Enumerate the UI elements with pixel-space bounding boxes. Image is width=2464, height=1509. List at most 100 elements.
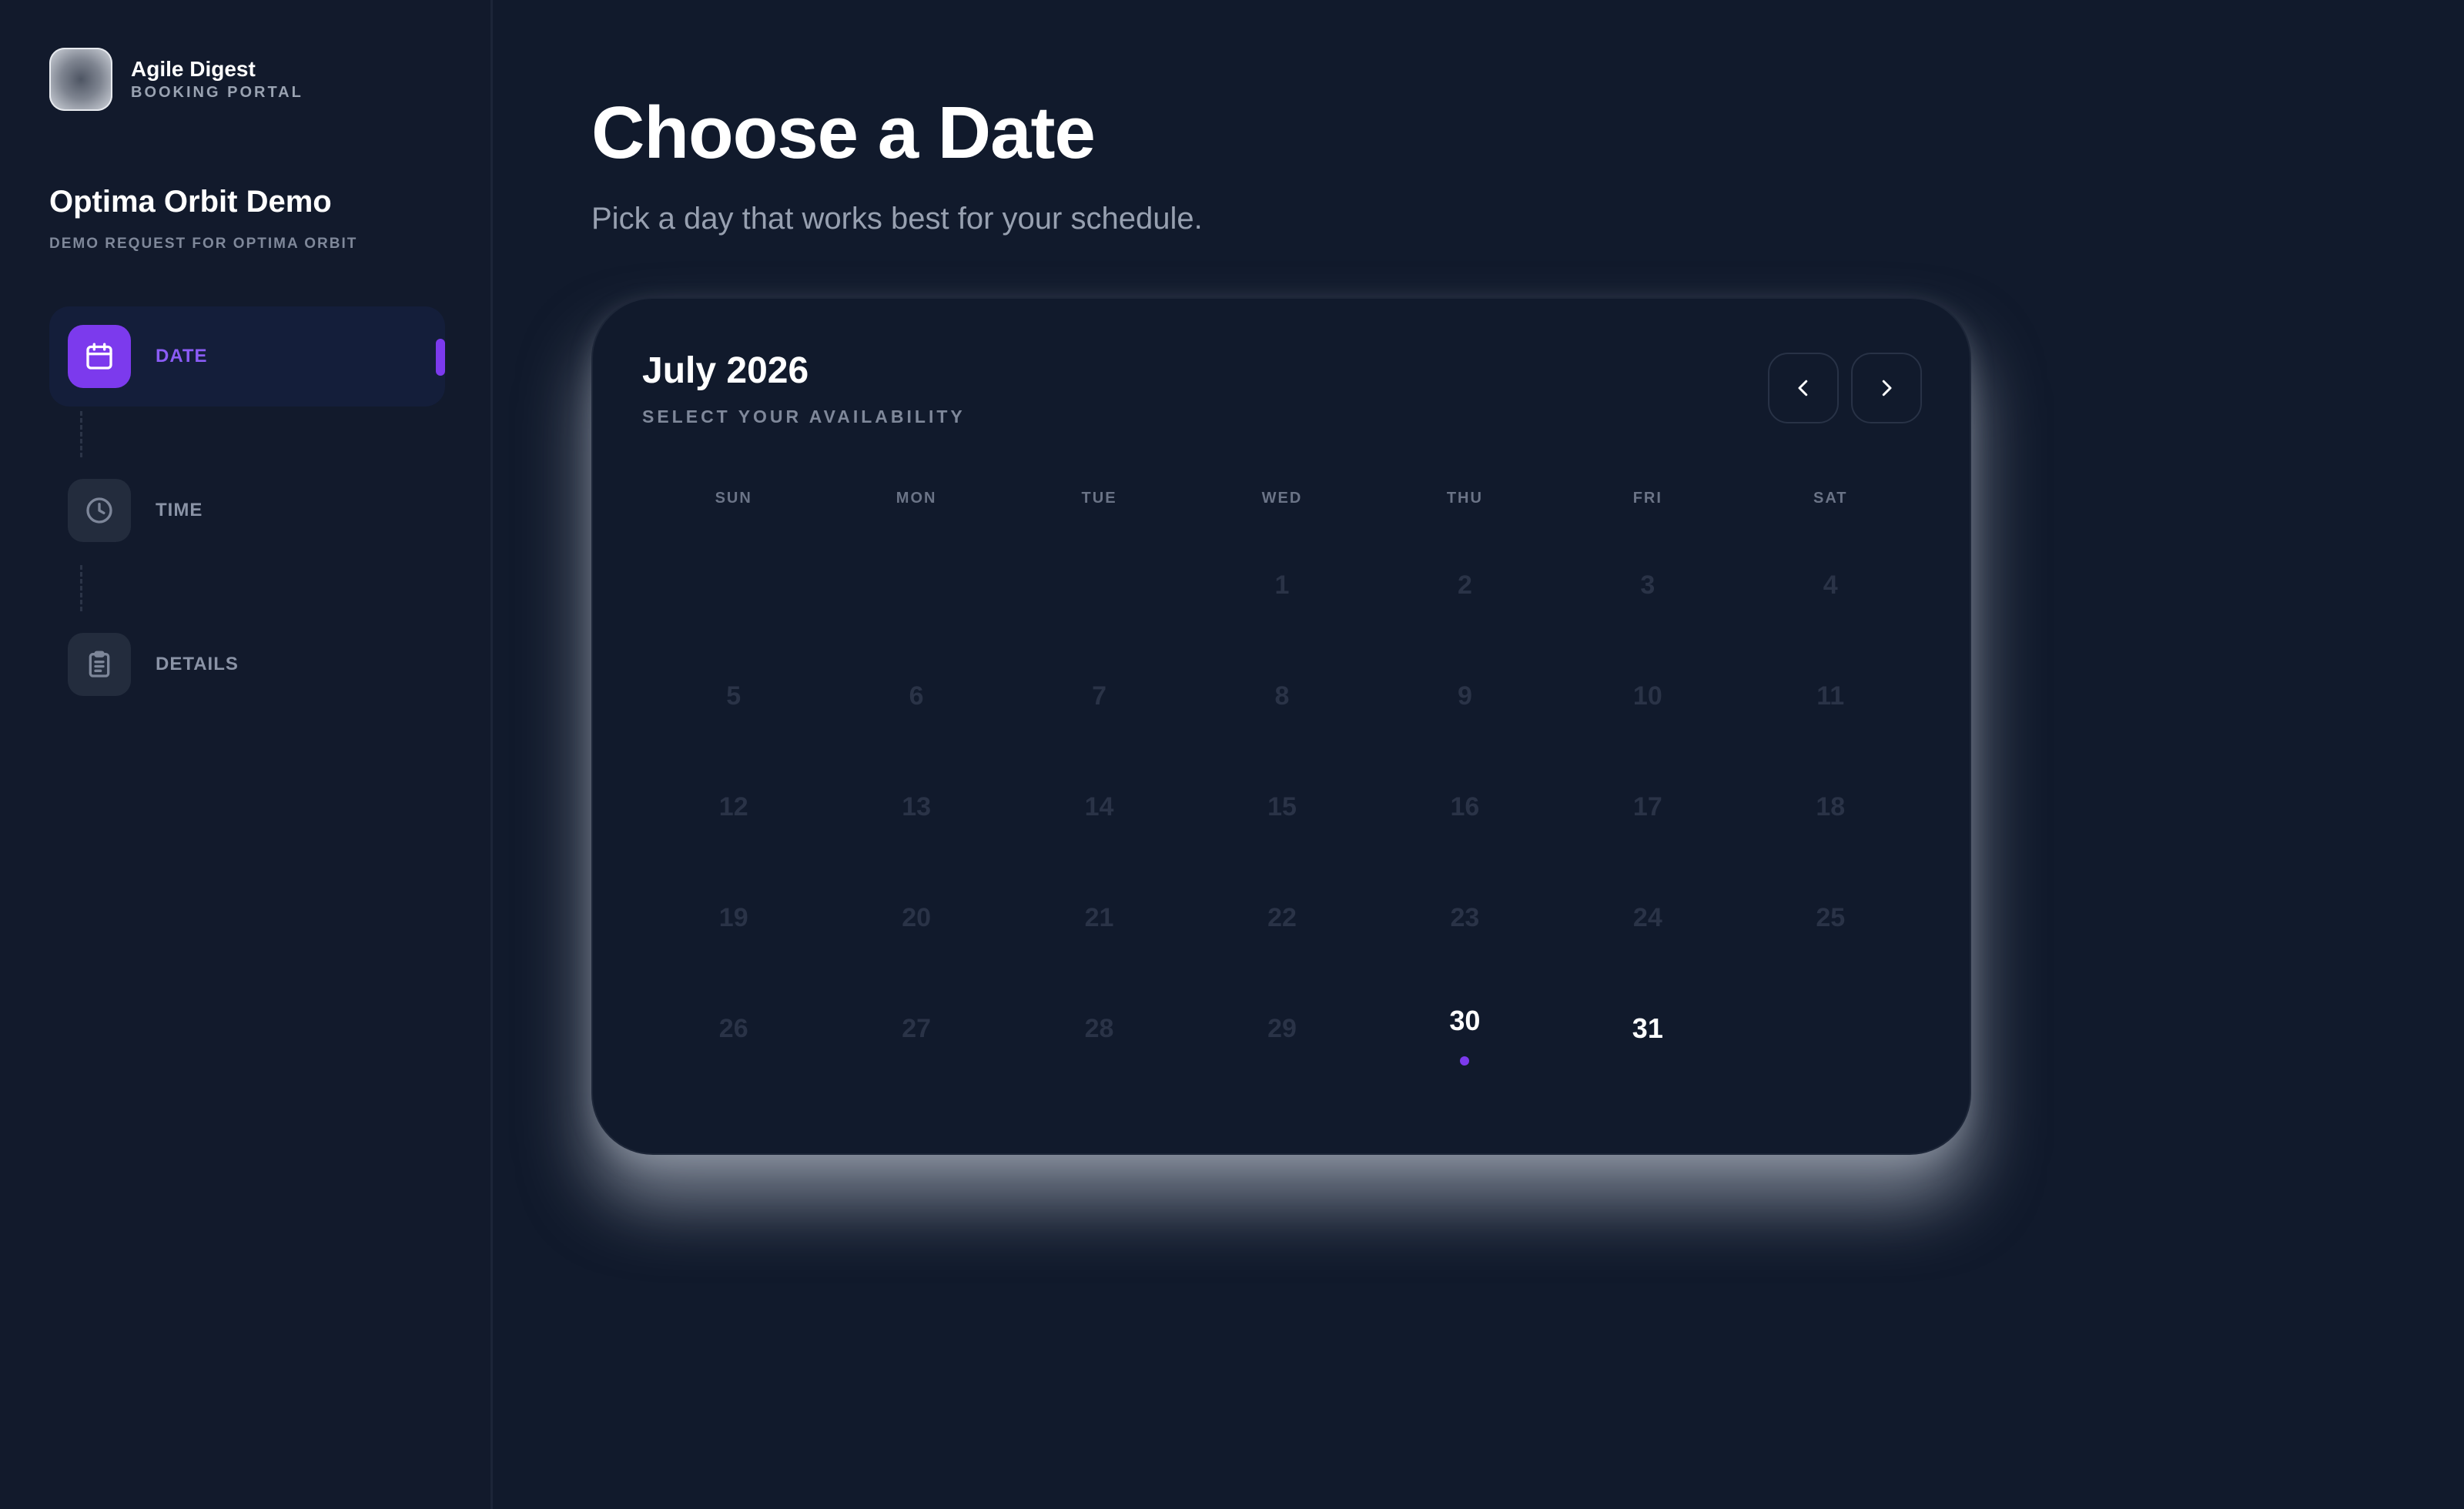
calendar-day-number: 10 — [1632, 681, 1662, 711]
calendar-day-disabled: 14 — [1008, 751, 1190, 862]
calendar-day-number: 25 — [1816, 902, 1846, 932]
calendar-empty-cell — [1008, 530, 1190, 641]
weekday-label: WED — [1261, 490, 1303, 507]
calendar-day-number: 12 — [718, 791, 748, 821]
calendar-day-disabled: 1 — [1190, 530, 1373, 641]
calendar-day-disabled: 11 — [1739, 641, 1922, 751]
calendar-day-number: 4 — [1823, 570, 1838, 600]
calendar-day-available[interactable]: 31 — [1556, 973, 1739, 1084]
calendar-day-disabled: 28 — [1008, 973, 1190, 1084]
sidebar: Agile Digest BOOKING PORTAL Optima Orbit… — [0, 0, 493, 1509]
calendar-day-number: 22 — [1267, 902, 1297, 932]
calendar-day-disabled: 23 — [1374, 862, 1556, 973]
step-details[interactable]: DETAILS — [49, 614, 445, 714]
calendar-day-disabled: 18 — [1739, 751, 1922, 862]
calendar-day-disabled: 4 — [1739, 530, 1922, 641]
calendar-day-number: 20 — [902, 902, 932, 932]
calendar-day-number: 16 — [1450, 791, 1480, 821]
brand-subtitle: BOOKING PORTAL — [131, 84, 303, 101]
calendar-day-number: 30 — [1449, 1005, 1481, 1036]
calendar-day-number: 24 — [1632, 902, 1662, 932]
step-date-label: DATE — [156, 346, 208, 366]
calendar-day-grid: 1 2 3 4 5 6 7 8 9 10 11 12 13 14 15 16 17 18 19 20 21 22 23 24 2… — [642, 530, 1922, 1084]
calendar-day-disabled: 17 — [1556, 751, 1739, 862]
calendar-day-number: 7 — [1092, 681, 1107, 711]
calendar-day-number: 26 — [718, 1013, 748, 1043]
step-connector — [49, 560, 445, 614]
calendar-day-available[interactable]: 30 — [1374, 973, 1556, 1084]
calendar-day-number: 3 — [1640, 570, 1656, 600]
brand: Agile Digest BOOKING PORTAL — [49, 48, 303, 111]
weekday-label: MON — [896, 490, 937, 507]
calendar-day-number: 13 — [902, 791, 932, 821]
calendar-day-number: 21 — [1084, 902, 1114, 932]
availability-dot — [1460, 1056, 1470, 1066]
active-step-indicator — [436, 339, 445, 376]
calendar-day-disabled: 8 — [1190, 641, 1373, 751]
step-date[interactable]: DATE — [49, 306, 445, 407]
calendar-day-number: 31 — [1632, 1012, 1663, 1044]
calendar-day-number: 19 — [718, 902, 748, 932]
calendar-day-disabled: 25 — [1739, 862, 1922, 973]
calendar-day-disabled: 5 — [642, 641, 825, 751]
calendar-day-number: 2 — [1457, 570, 1472, 600]
calendar-subtitle: SELECT YOUR AVAILABILITY — [642, 407, 966, 427]
calendar-day-number: 18 — [1816, 791, 1846, 821]
calendar-day-disabled: 13 — [825, 751, 1007, 862]
calendar-day-disabled: 19 — [642, 862, 825, 973]
calendar-day-number: 9 — [1457, 681, 1472, 711]
page-title: Choose a Date — [591, 92, 1096, 174]
calendar-day-disabled: 22 — [1190, 862, 1373, 973]
calendar-card: July 2026 SELECT YOUR AVAILABILITY SUN M… — [591, 297, 1971, 1155]
brand-text: Agile Digest BOOKING PORTAL — [131, 56, 303, 102]
weekday-header: SUN MON TUE WED THU FRI SAT — [642, 490, 1922, 507]
event-subtitle: DEMO REQUEST FOR OPTIMA ORBIT — [49, 236, 358, 252]
calendar-day-disabled: 21 — [1008, 862, 1190, 973]
calendar-day-number: 27 — [902, 1013, 932, 1043]
calendar-day-disabled: 24 — [1556, 862, 1739, 973]
calendar-day-number: 28 — [1084, 1013, 1114, 1043]
weekday-label: SAT — [1813, 490, 1848, 507]
weekday-label: TUE — [1081, 490, 1117, 507]
step-time-label: TIME — [156, 500, 203, 520]
calendar-day-disabled: 27 — [825, 973, 1007, 1084]
previous-month-button[interactable] — [1768, 353, 1839, 423]
calendar-day-disabled: 6 — [825, 641, 1007, 751]
calendar-day-disabled: 7 — [1008, 641, 1190, 751]
calendar-day-number: 1 — [1274, 570, 1290, 600]
calendar-icon — [68, 325, 131, 388]
next-month-button[interactable] — [1851, 353, 1922, 423]
calendar-day-number: 8 — [1274, 681, 1290, 711]
calendar-day-number: 11 — [1816, 681, 1845, 711]
calendar-day-number: 23 — [1450, 902, 1480, 932]
calendar-day-number: 29 — [1267, 1013, 1297, 1043]
weekday-label: SUN — [715, 490, 752, 507]
calendar-month: July 2026 — [642, 350, 809, 391]
step-connector — [49, 407, 445, 460]
step-list: DATE TIME DETAILS — [49, 306, 445, 714]
chevron-left-icon — [1798, 380, 1808, 396]
calendar-empty-cell — [642, 530, 825, 641]
calendar-day-number: 15 — [1267, 791, 1297, 821]
event-title: Optima Orbit Demo — [49, 185, 332, 219]
calendar-day-number: 6 — [909, 681, 924, 711]
weekday-label: THU — [1446, 490, 1483, 507]
calendar-day-disabled: 29 — [1190, 973, 1373, 1084]
clock-icon — [68, 479, 131, 542]
page-subtitle: Pick a day that works best for your sche… — [591, 202, 1203, 236]
calendar-day-number: 5 — [726, 681, 742, 711]
calendar-day-disabled: 3 — [1556, 530, 1739, 641]
calendar-day-number: 14 — [1084, 791, 1114, 821]
main-content: Choose a Date Pick a day that works best… — [493, 0, 2464, 1509]
brand-logo — [49, 48, 112, 111]
step-details-label: DETAILS — [156, 654, 239, 674]
chevron-right-icon — [1882, 380, 1892, 396]
calendar-day-disabled: 15 — [1190, 751, 1373, 862]
calendar-empty-cell — [825, 530, 1007, 641]
app-root: Agile Digest BOOKING PORTAL Optima Orbit… — [0, 0, 2464, 1509]
calendar-day-disabled: 9 — [1374, 641, 1556, 751]
calendar-day-number: 17 — [1632, 791, 1662, 821]
step-time[interactable]: TIME — [49, 460, 445, 560]
brand-name: Agile Digest — [131, 57, 256, 81]
calendar-day-disabled: 10 — [1556, 641, 1739, 751]
